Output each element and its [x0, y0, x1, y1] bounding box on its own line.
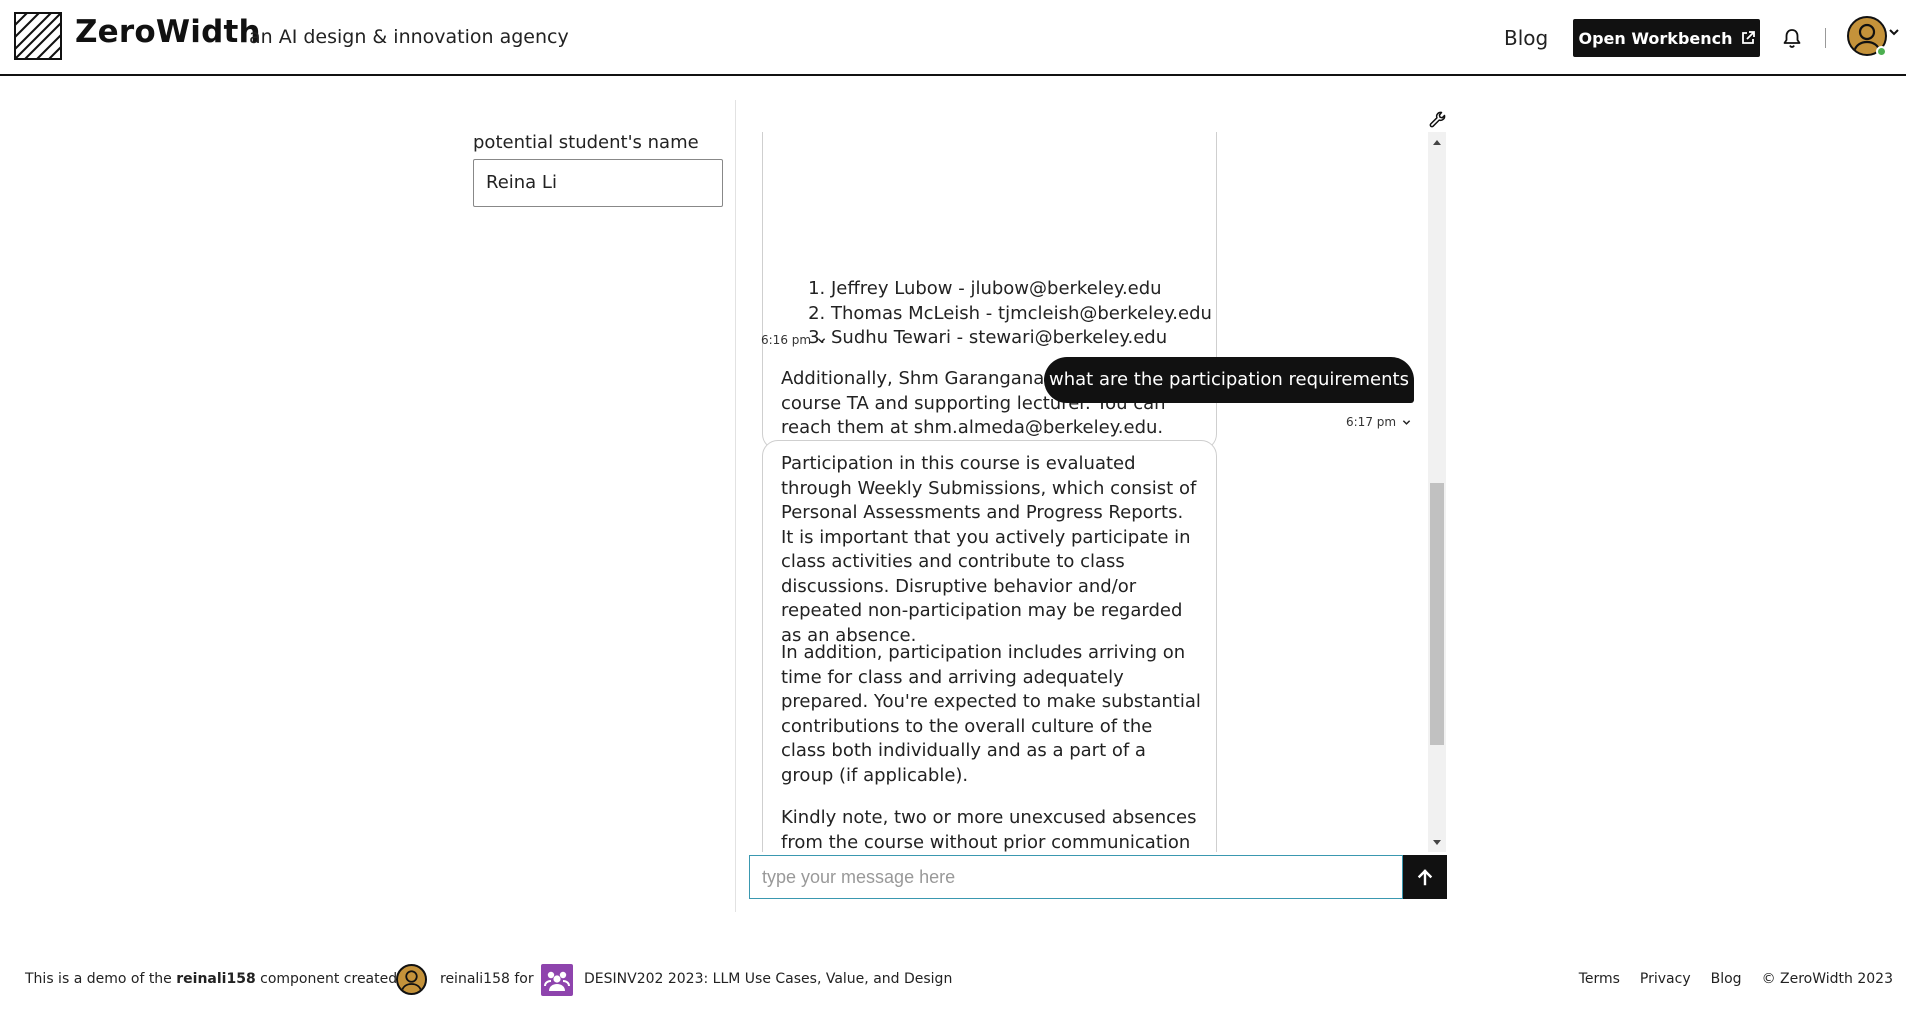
demo-prefix-text: This is a demo of the [25, 971, 172, 987]
footer-link-terms[interactable]: Terms [1579, 971, 1620, 987]
creator-name[interactable]: reinali158 for [440, 971, 534, 987]
nav-blog-link[interactable]: Blog [1504, 26, 1548, 50]
zerowidth-logo-icon[interactable] [14, 12, 62, 60]
header-divider [1825, 28, 1826, 48]
user-message: what are the participation requirements [1044, 357, 1414, 403]
group-icon [544, 971, 570, 991]
scroll-up-arrow-icon[interactable] [1433, 140, 1441, 145]
message-paragraph: Kindly note, two or more unexcused absen… [781, 807, 1197, 852]
copyright-text: © ZeroWidth 2023 [1761, 971, 1893, 987]
footer-links: Terms Privacy Blog © ZeroWidth 2023 [1579, 971, 1893, 987]
component-name[interactable]: reinali158 [176, 971, 255, 987]
timestamp-text: 6:17 pm [1346, 415, 1397, 429]
external-link-icon [1741, 31, 1755, 44]
student-name-label: potential student's name [473, 132, 699, 153]
demo-suffix-text: component created by [260, 971, 419, 987]
demo-attribution: This is a demo of the reinali158 compone… [25, 971, 419, 987]
scrollbar-thumb[interactable] [1430, 483, 1444, 745]
open-workbench-label: Open Workbench [1578, 28, 1733, 48]
arrow-up-icon [1417, 869, 1433, 886]
student-name-input[interactable]: Reina Li [473, 159, 723, 207]
user-menu[interactable] [1847, 16, 1899, 60]
creator-username: reinali158 [440, 971, 510, 987]
brand-name[interactable]: ZeroWidth [75, 14, 261, 50]
message-paragraph: Participation in this course is evaluate… [781, 453, 1197, 646]
panel-divider [735, 100, 736, 912]
online-status-dot [1876, 46, 1887, 57]
chevron-down-icon [1889, 29, 1899, 36]
list-item: Jeffrey Lubow - jlubow@berkeley.edu [831, 277, 1212, 302]
for-text: for [514, 971, 534, 987]
message-input[interactable] [749, 855, 1403, 899]
course-name[interactable]: DESINV202 2023: LLM Use Cases, Value, an… [584, 971, 952, 987]
chevron-down-icon [817, 337, 826, 343]
list-item: Thomas McLeish - tjmcleish@berkeley.edu [831, 302, 1212, 327]
footer-link-blog[interactable]: Blog [1711, 971, 1742, 987]
notification-bell-icon[interactable] [1781, 27, 1803, 49]
chat-scrollbar[interactable] [1428, 132, 1446, 852]
scroll-down-arrow-icon[interactable] [1433, 840, 1441, 845]
open-workbench-button[interactable]: Open Workbench [1573, 19, 1760, 57]
page-footer: This is a demo of the reinali158 compone… [0, 960, 1906, 1000]
timestamp-text: 6:16 pm [761, 333, 812, 347]
creator-avatar[interactable] [396, 964, 427, 995]
message-timestamp[interactable]: 6:16 pm [761, 333, 826, 347]
chat-transcript[interactable]: Jeffrey Lubow - jlubow@berkeley.edu Thom… [752, 132, 1428, 852]
top-header: ZeroWidth an AI design & innovation agen… [0, 0, 1906, 76]
message-timestamp[interactable]: 6:17 pm [1346, 415, 1411, 429]
message-paragraph: In addition, participation includes arri… [781, 642, 1201, 786]
footer-link-privacy[interactable]: Privacy [1640, 971, 1691, 987]
list-item: Sudhu Tewari - stewari@berkeley.edu [831, 326, 1212, 351]
course-org-icon[interactable] [541, 964, 573, 996]
person-icon [400, 970, 423, 992]
brand-tagline: an AI design & innovation agency [249, 26, 569, 48]
send-button[interactable] [1403, 855, 1447, 899]
chevron-down-icon [1402, 419, 1411, 425]
wrench-icon[interactable] [1428, 110, 1448, 130]
bot-message: Participation in this course is evaluate… [762, 440, 1217, 852]
contact-list: Jeffrey Lubow - jlubow@berkeley.edu Thom… [781, 277, 1212, 351]
